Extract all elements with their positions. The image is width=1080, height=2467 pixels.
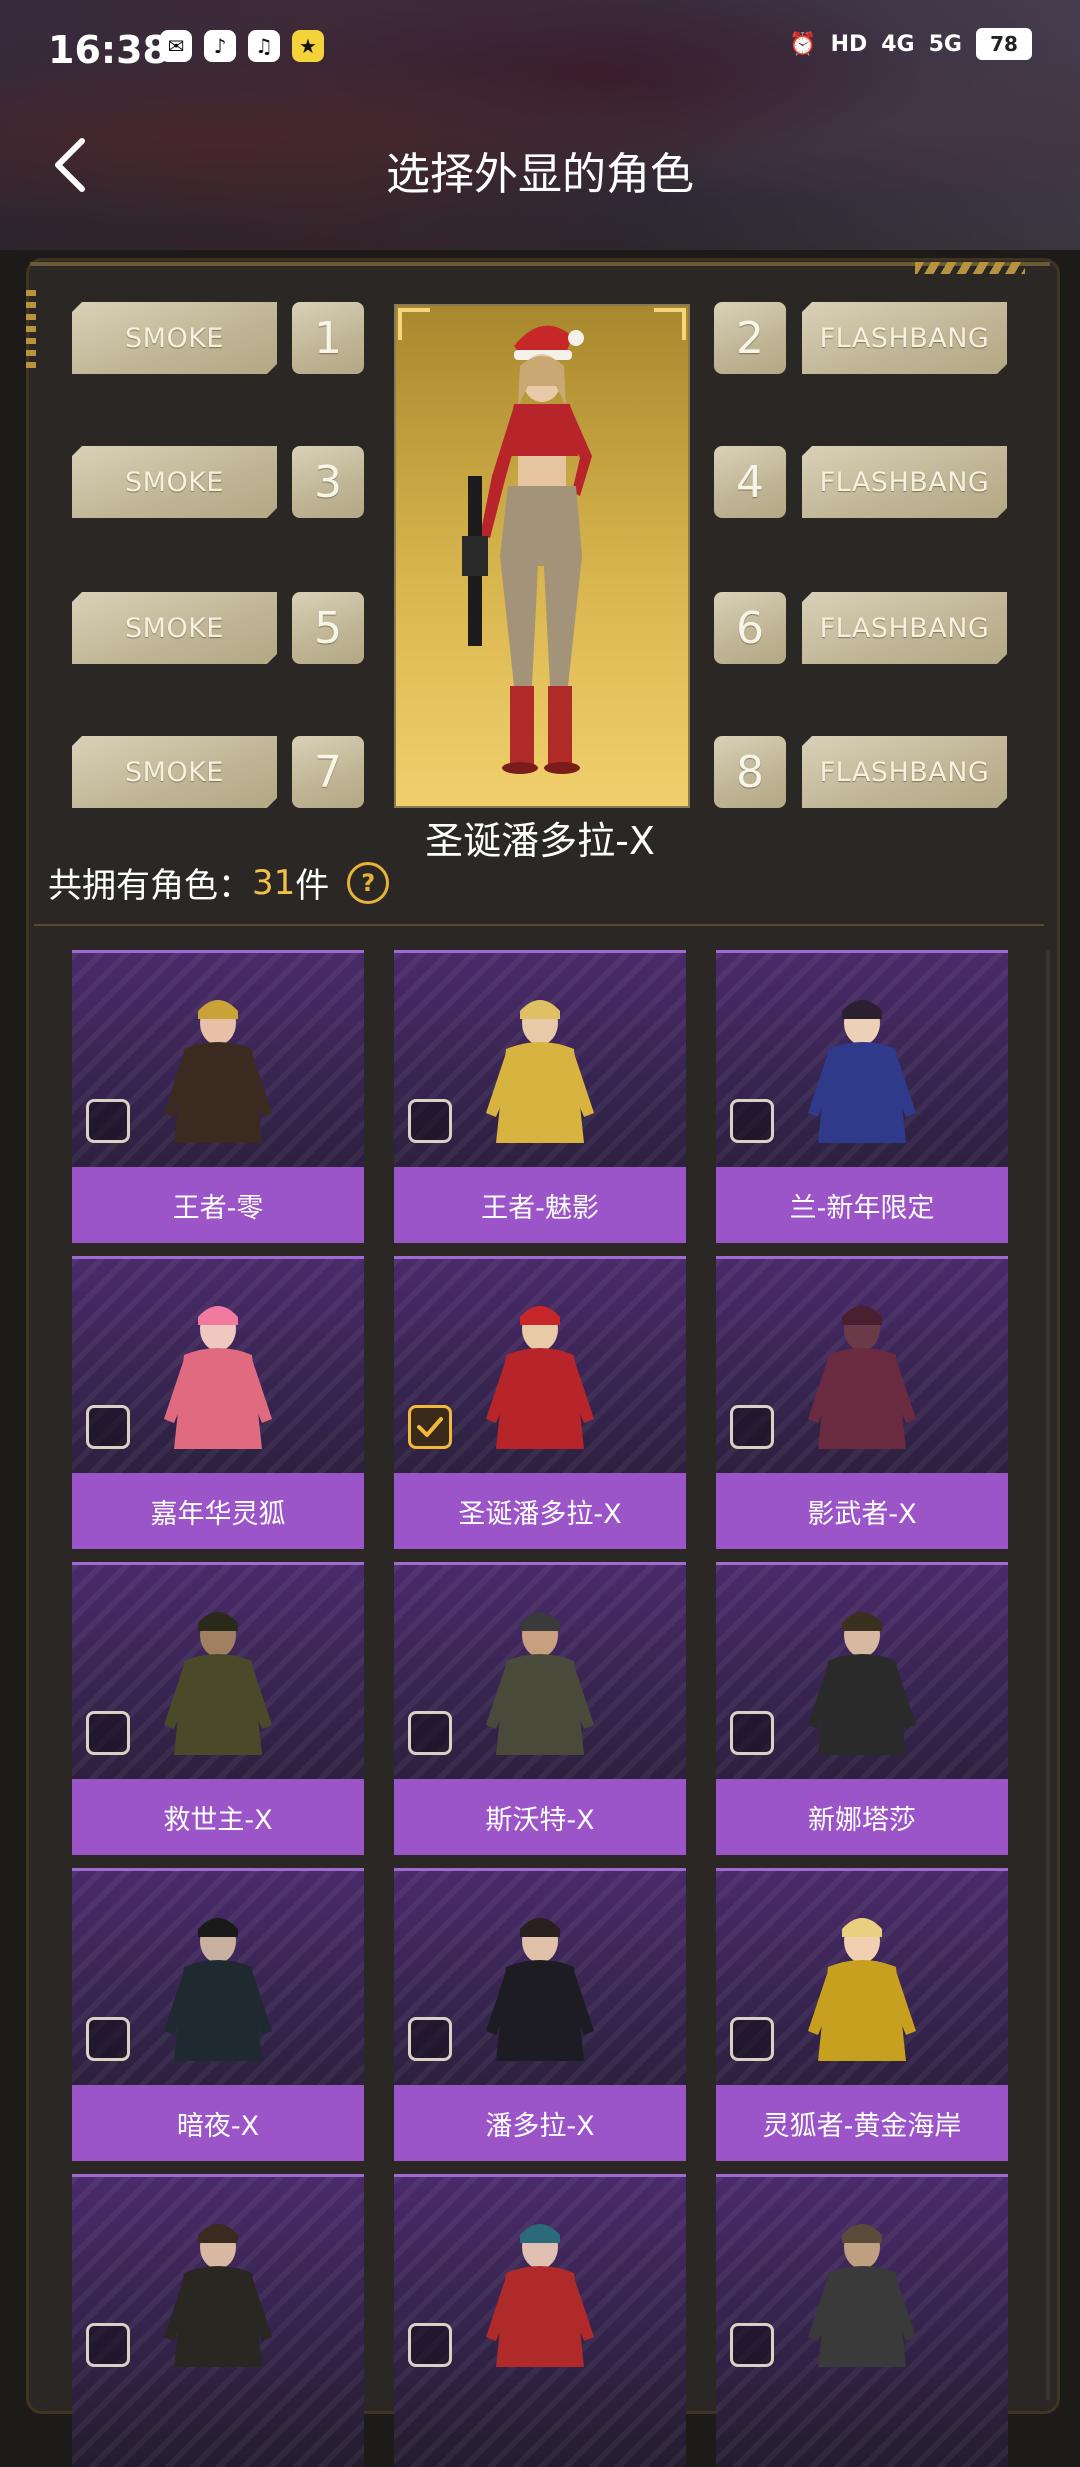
owned-characters-count: 共拥有角色： 31 件 ? xyxy=(48,858,390,907)
loadout-slot-1-label[interactable]: SMOKE xyxy=(72,302,277,374)
section-divider xyxy=(34,924,1044,926)
loadout-slot-8-label[interactable]: FLASHBANG xyxy=(802,736,1007,808)
character-card-name: 灵狐者-黄金海岸 xyxy=(716,2085,1008,2161)
loadout-slot-3-label[interactable]: SMOKE xyxy=(72,446,277,518)
character-card-name: 潘多拉-X xyxy=(394,2085,686,2161)
loadout-slot-6-number[interactable]: 6 xyxy=(714,592,786,664)
character-card-name: 王者-零 xyxy=(72,1167,364,1243)
signal-4g-icon: 4G xyxy=(881,31,915,57)
character-select-checkbox[interactable] xyxy=(408,1405,452,1449)
character-card[interactable] xyxy=(72,2174,364,2467)
status-bar: 16:38 ✉ ♪ ♫ ★ ⏰ HD 4G 5G 78 xyxy=(0,0,1080,100)
character-card[interactable]: 救世主-X xyxy=(72,1562,364,1855)
checkmark-icon xyxy=(417,1417,443,1437)
loadout-slot-7-number[interactable]: 7 xyxy=(292,736,364,808)
character-card[interactable]: 潘多拉-X xyxy=(394,1868,686,2161)
panel-side-decoration xyxy=(26,290,36,370)
loadout-slot-5-label[interactable]: SMOKE xyxy=(72,592,277,664)
loadout-slot-2-number[interactable]: 2 xyxy=(714,302,786,374)
battery-icon: 78 xyxy=(976,28,1032,60)
loadout-slot-5-number[interactable]: 5 xyxy=(292,592,364,664)
character-select-checkbox[interactable] xyxy=(86,1405,130,1449)
character-card-name: 暗夜-X xyxy=(72,2085,364,2161)
panel-frame-decoration xyxy=(30,262,1050,280)
portrait-corner-decoration xyxy=(398,308,430,340)
character-card[interactable]: 影武者-X xyxy=(716,1256,1008,1549)
character-select-checkbox[interactable] xyxy=(86,2323,130,2367)
character-figure-image xyxy=(462,325,592,774)
status-notification-icons: ✉ ♪ ♫ ★ xyxy=(160,30,324,62)
character-select-checkbox[interactable] xyxy=(730,1405,774,1449)
character-card[interactable] xyxy=(716,2174,1008,2467)
app-icon: ★ xyxy=(292,30,324,62)
character-select-checkbox[interactable] xyxy=(408,1099,452,1143)
status-indicators: ⏰ HD 4G 5G 78 xyxy=(789,28,1032,60)
character-select-checkbox[interactable] xyxy=(730,2017,774,2061)
character-card-name: 影武者-X xyxy=(716,1473,1008,1549)
hd-icon: HD xyxy=(830,31,868,57)
character-card-name: 嘉年华灵狐 xyxy=(72,1473,364,1549)
music-icon: ♫ xyxy=(248,30,280,62)
character-card-name: 新娜塔莎 xyxy=(716,1779,1008,1855)
character-select-checkbox[interactable] xyxy=(86,2017,130,2061)
character-card-name: 圣诞潘多拉-X xyxy=(394,1473,686,1549)
character-select-checkbox[interactable] xyxy=(408,2323,452,2367)
loadout-slot-3-number[interactable]: 3 xyxy=(292,446,364,518)
character-card[interactable]: 斯沃特-X xyxy=(394,1562,686,1855)
scrollbar[interactable] xyxy=(1046,950,1050,2400)
status-time: 16:38 xyxy=(48,28,169,72)
character-card[interactable] xyxy=(394,2174,686,2467)
character-card[interactable]: 王者-魅影 xyxy=(394,950,686,1243)
featured-character-name: 圣诞潘多拉-X xyxy=(425,819,655,863)
signal-5g-icon: 5G xyxy=(928,31,962,57)
loadout-slot-6-label[interactable]: FLASHBANG xyxy=(802,592,1007,664)
loadout-slot-2-label[interactable]: FLASHBANG xyxy=(802,302,1007,374)
character-card[interactable]: 兰-新年限定 xyxy=(716,950,1008,1243)
character-card-name: 兰-新年限定 xyxy=(716,1167,1008,1243)
header-banner: 16:38 ✉ ♪ ♫ ★ ⏰ HD 4G 5G 78 选择外显的角色 xyxy=(0,0,1080,250)
loadout-slot-7-label[interactable]: SMOKE xyxy=(72,736,277,808)
portrait-corner-decoration xyxy=(654,308,686,340)
loadout-slot-4-number[interactable]: 4 xyxy=(714,446,786,518)
character-card[interactable]: 王者-零 xyxy=(72,950,364,1243)
owned-label: 共拥有角色： xyxy=(48,866,252,906)
character-select-checkbox[interactable] xyxy=(408,2017,452,2061)
page-title: 选择外显的角色 xyxy=(386,149,694,200)
character-card[interactable]: 灵狐者-黄金海岸 xyxy=(716,1868,1008,2161)
character-card-name: 王者-魅影 xyxy=(394,1167,686,1243)
loadout-slot-8-number[interactable]: 8 xyxy=(714,736,786,808)
character-card[interactable]: 嘉年华灵狐 xyxy=(72,1256,364,1549)
character-card[interactable]: 圣诞潘多拉-X xyxy=(394,1256,686,1549)
alarm-icon: ⏰ xyxy=(789,31,817,57)
character-select-checkbox[interactable] xyxy=(408,1711,452,1755)
character-card-name: 斯沃特-X xyxy=(394,1779,686,1855)
character-select-checkbox[interactable] xyxy=(730,1711,774,1755)
character-card[interactable]: 暗夜-X xyxy=(72,1868,364,2161)
character-card[interactable]: 新娜塔莎 xyxy=(716,1562,1008,1855)
tiktok-icon: ♪ xyxy=(204,30,236,62)
owned-unit: 件 xyxy=(295,866,330,906)
loadout-slot-1-number[interactable]: 1 xyxy=(292,302,364,374)
wechat-icon: ✉ xyxy=(160,30,192,62)
character-select-checkbox[interactable] xyxy=(730,2323,774,2367)
loadout-slot-4-label[interactable]: FLASHBANG xyxy=(802,446,1007,518)
character-select-checkbox[interactable] xyxy=(86,1099,130,1143)
character-select-checkbox[interactable] xyxy=(730,1099,774,1143)
owned-count-value: 31 xyxy=(252,862,296,903)
character-card-name: 救世主-X xyxy=(72,1779,364,1855)
help-icon[interactable]: ? xyxy=(347,861,390,904)
featured-character-portrait xyxy=(394,304,690,808)
panel-stripe-decoration xyxy=(915,262,1025,274)
character-select-checkbox[interactable] xyxy=(86,1711,130,1755)
